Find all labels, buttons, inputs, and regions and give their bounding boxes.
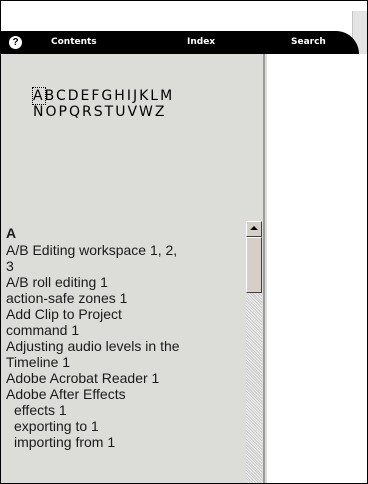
index-entry[interactable]: importing from 1	[6, 434, 242, 450]
alphabet-link-h[interactable]: H	[114, 88, 127, 104]
index-entry[interactable]: action-safe zones 1	[6, 290, 242, 306]
alphabet-link-n[interactable]: N	[33, 104, 45, 120]
index-entry[interactable]: 3	[6, 258, 242, 274]
index-entry[interactable]: Add Clip to Project	[6, 306, 242, 322]
alphabet-link-v[interactable]: V	[127, 104, 139, 120]
alphabet-link-l[interactable]: L	[150, 88, 160, 104]
alphabet-link-q[interactable]: Q	[69, 104, 82, 120]
index-entry[interactable]: A/B roll editing 1	[6, 274, 242, 290]
alphabet-link-a[interactable]: A	[32, 87, 46, 105]
index-entry[interactable]: Adobe After Effects	[6, 386, 242, 402]
index-scrollbar[interactable]	[246, 221, 262, 483]
index-entry[interactable]: Adobe Acrobat Reader 1	[6, 370, 242, 386]
scroll-up-arrow-icon[interactable]	[246, 221, 262, 237]
alphabet-link-z[interactable]: Z	[155, 104, 167, 120]
alphabet-jump-links: ABCDEFGHIJKLM NOPQRSTUVWZ	[32, 87, 174, 120]
alphabet-link-b[interactable]: B	[45, 88, 56, 104]
alphabet-row-1: ABCDEFGHIJKLM	[32, 87, 174, 105]
index-entry[interactable]: exporting to 1	[6, 418, 242, 434]
help-icon[interactable]: ?	[9, 36, 22, 49]
alphabet-row-2: NOPQRSTUVWZ	[33, 104, 174, 120]
index-entry[interactable]: A/B Editing workspace 1, 2,	[6, 242, 242, 258]
alphabet-link-c[interactable]: C	[56, 88, 68, 104]
alphabet-link-d[interactable]: D	[68, 88, 81, 104]
tab-index[interactable]: Index	[187, 35, 215, 49]
alphabet-link-e[interactable]: E	[81, 88, 92, 104]
index-entries: A/B Editing workspace 1, 2, 3 A/B roll edi…	[6, 242, 242, 450]
alphabet-link-g[interactable]: G	[101, 88, 114, 104]
alphabet-link-s[interactable]: S	[94, 104, 105, 120]
pane-divider[interactable]	[263, 54, 265, 483]
index-entry[interactable]: effects 1	[6, 402, 242, 418]
content-pane	[267, 54, 367, 483]
alphabet-link-r[interactable]: R	[82, 104, 94, 120]
index-letter-heading: A	[6, 225, 17, 241]
alphabet-link-m[interactable]: M	[160, 88, 174, 104]
help-nav-bar: ? Contents Index Search	[1, 31, 359, 54]
index-entry[interactable]: Adjusting audio levels in the	[6, 338, 242, 354]
alphabet-link-o[interactable]: O	[45, 104, 58, 120]
index-pane: ABCDEFGHIJKLM NOPQRSTUVWZ A A/B Editing …	[1, 54, 267, 483]
alphabet-link-k[interactable]: K	[139, 88, 150, 104]
alphabet-link-w[interactable]: W	[139, 104, 155, 120]
alphabet-link-p[interactable]: P	[59, 104, 69, 120]
tab-contents[interactable]: Contents	[51, 35, 97, 49]
scrollbar-thumb[interactable]	[246, 237, 262, 293]
help-window: ? Contents Index Search ABCDEFGHIJKLM NO…	[0, 0, 368, 484]
window-top-strip	[1, 1, 367, 31]
index-entry-list: A A/B Editing workspace 1, 2, 3 A/B roll e…	[6, 225, 242, 450]
alphabet-link-f[interactable]: F	[91, 88, 101, 104]
tab-search[interactable]: Search	[291, 35, 326, 49]
index-entry[interactable]: command 1	[6, 322, 242, 338]
index-entry[interactable]: Timeline 1	[6, 354, 242, 370]
alphabet-link-u[interactable]: U	[115, 104, 127, 120]
alphabet-link-t[interactable]: T	[105, 104, 116, 120]
